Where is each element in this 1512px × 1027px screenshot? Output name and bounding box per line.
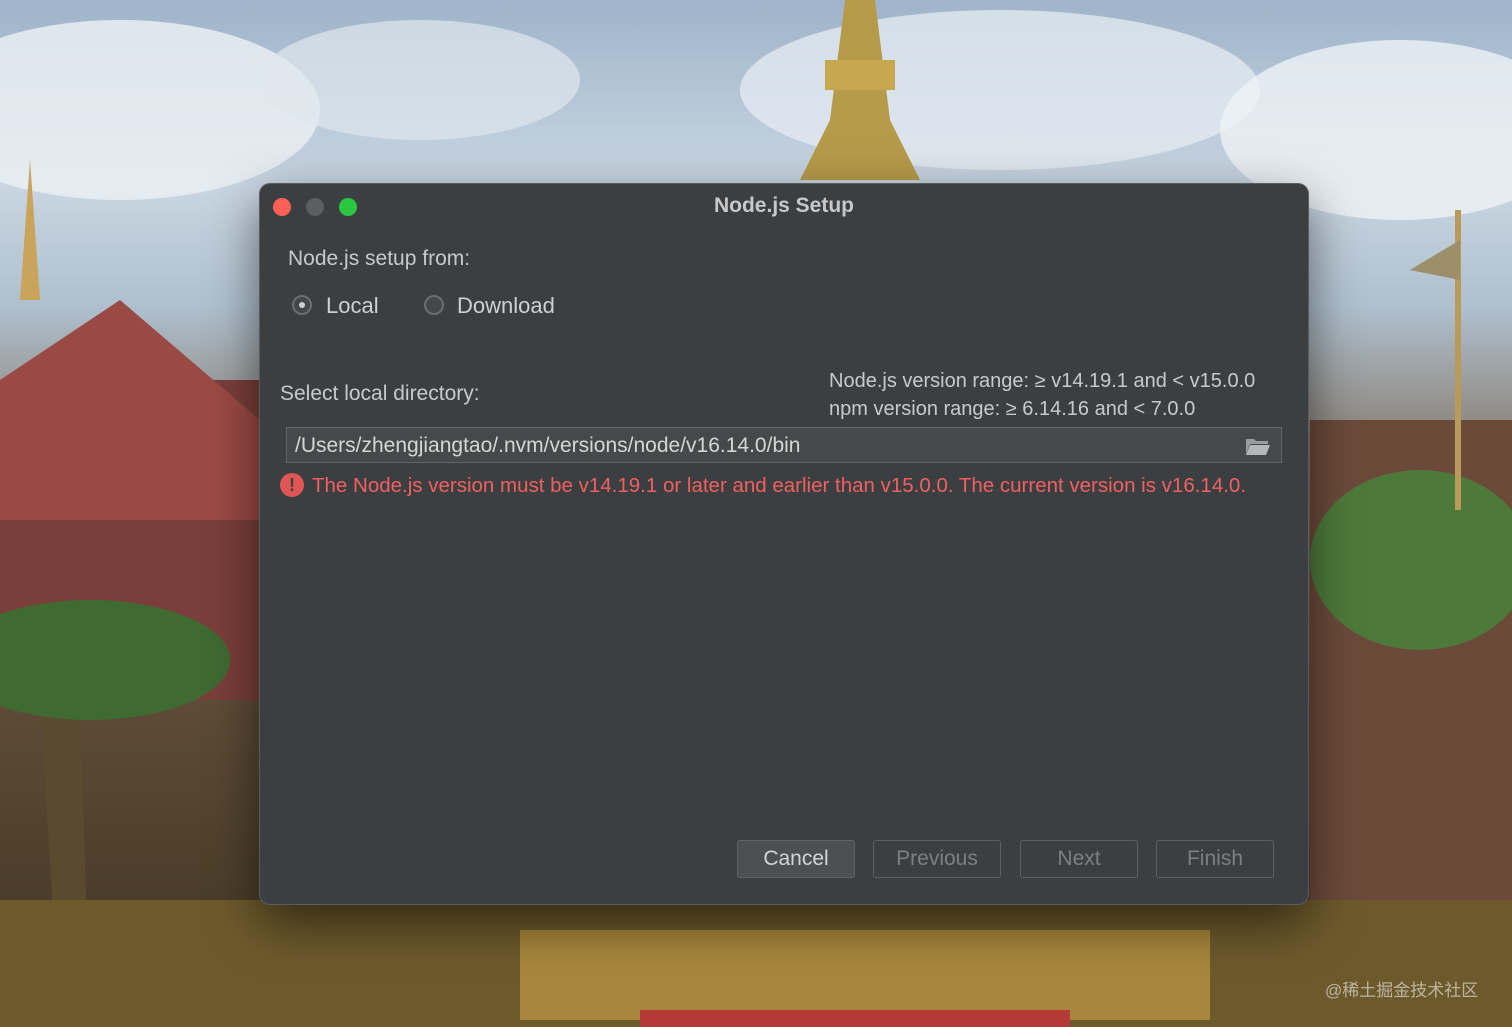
local-radio[interactable]: [292, 295, 312, 315]
window-title: Node.js Setup: [713, 194, 855, 217]
version-range-info: Node.js version range: ≥ v14.19.1 and < …: [829, 367, 1255, 423]
error-message: The Node.js version must be v14.19.1 or …: [312, 474, 1247, 497]
previous-button[interactable]: Previous: [873, 840, 1001, 878]
radio-selected-dot: [299, 302, 305, 308]
local-radio-label[interactable]: Local: [326, 293, 379, 319]
watermark-text: @稀土掘金技术社区: [1325, 981, 1479, 1000]
directory-path-input[interactable]: /Users/zhengjiangtao/.nvm/versions/node/…: [286, 427, 1282, 463]
cancel-button[interactable]: Cancel: [737, 840, 855, 878]
folder-icon[interactable]: [1245, 436, 1271, 456]
next-button[interactable]: Next: [1020, 840, 1138, 878]
node-version-range: Node.js version range: ≥ v14.19.1 and < …: [829, 370, 1256, 392]
finish-button[interactable]: Finish: [1156, 840, 1274, 878]
nodejs-setup-dialog: Node.js Setup Node.js setup from: Local …: [260, 184, 1308, 904]
setup-from-label: Node.js setup from:: [288, 247, 471, 270]
error-icon: !: [280, 473, 304, 497]
select-directory-label: Select local directory:: [280, 382, 480, 405]
download-radio[interactable]: [424, 295, 444, 315]
download-radio-label[interactable]: Download: [457, 293, 555, 319]
directory-path-value[interactable]: /Users/zhengjiangtao/.nvm/versions/node/…: [295, 434, 800, 458]
npm-version-range: npm version range: ≥ 6.14.16 and < 7.0.0: [829, 398, 1196, 420]
